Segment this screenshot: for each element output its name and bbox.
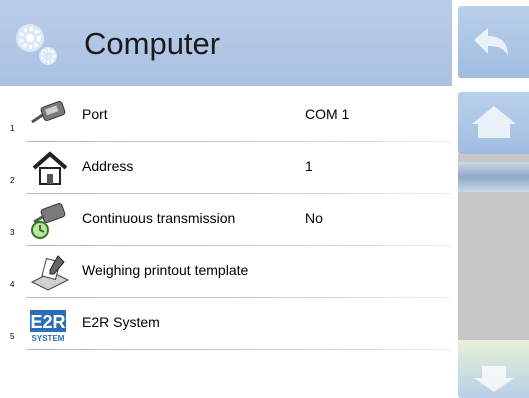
item-label: Port	[82, 106, 108, 122]
home-icon	[472, 106, 516, 138]
item-index: 1	[10, 124, 15, 133]
scrollbar-thumb[interactable]	[458, 162, 529, 192]
cable-clock-icon	[31, 203, 66, 239]
item-value: 1	[305, 158, 313, 174]
item-index: 2	[10, 176, 15, 185]
list-item-weighing-printout-template[interactable]: 4 Weighing printout template	[0, 246, 452, 298]
scroll-down-button[interactable]	[458, 340, 529, 398]
printout-template-icon	[30, 255, 70, 291]
list-item-e2r-system[interactable]: 5 E2R SYSTEM E2R System	[0, 298, 452, 350]
svg-text:SYSTEM: SYSTEM	[32, 334, 65, 343]
item-index: 4	[10, 280, 15, 289]
home-icon	[32, 151, 68, 185]
header-bar: Computer	[0, 0, 452, 86]
item-label: Address	[82, 158, 134, 174]
gears-icon	[16, 24, 57, 65]
list-item-continuous-transmission[interactable]: 3 Continuous transmission No	[0, 194, 452, 246]
svg-text:E2R: E2R	[30, 312, 65, 332]
list-item-port[interactable]: 1 Port COM 1	[0, 90, 452, 142]
item-label: Continuous transmission	[82, 210, 236, 226]
item-value: No	[305, 210, 323, 226]
e2r-logo: E2R SYSTEM	[30, 310, 66, 343]
list-item-address[interactable]: 2 Address 1	[0, 142, 452, 194]
serial-cable-icon	[31, 101, 66, 124]
settings-list: 1 Port COM 1 2 Address 1 3 Continuous tr…	[0, 90, 452, 350]
item-label: Weighing printout template	[82, 262, 249, 278]
home-button[interactable]	[458, 92, 529, 154]
undo-arrow-icon	[474, 28, 508, 56]
back-button[interactable]	[458, 6, 529, 78]
item-value: COM 1	[305, 106, 350, 122]
item-index: 5	[10, 332, 15, 341]
item-index: 3	[10, 228, 15, 237]
item-label: E2R System	[82, 314, 160, 330]
page-title: Computer	[84, 26, 221, 61]
arrow-down-icon	[474, 366, 514, 392]
side-navigation	[452, 0, 529, 398]
